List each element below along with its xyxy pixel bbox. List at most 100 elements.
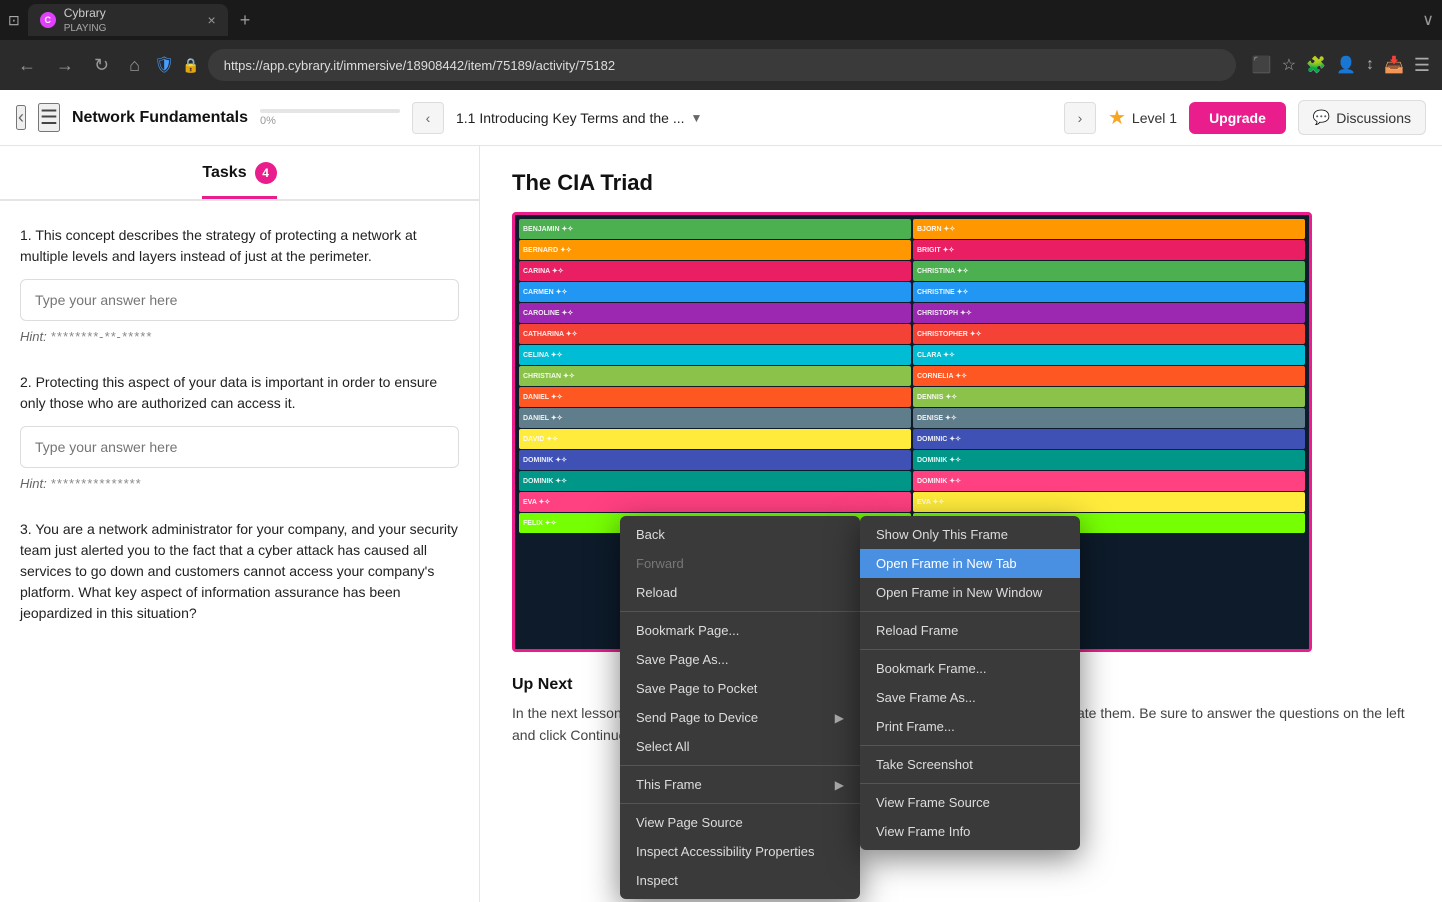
submenu-arrow-this-frame: ▶ bbox=[835, 778, 844, 792]
context-menu-item-select-all[interactable]: Select All bbox=[620, 732, 860, 761]
context-menu-label-select-all: Select All bbox=[636, 739, 689, 754]
question-1-text: 1. This concept describes the strategy o… bbox=[20, 225, 459, 267]
tab-close-button[interactable]: × bbox=[208, 12, 216, 28]
discussions-button[interactable]: 💬 Discussions bbox=[1298, 100, 1426, 135]
sub-context-menu-item-save-frame[interactable]: Save Frame As... bbox=[860, 683, 1080, 712]
answer-input-2[interactable] bbox=[20, 426, 459, 468]
menu-button[interactable]: ☰ bbox=[1414, 55, 1430, 76]
sub-context-menu-item-view-frame-source[interactable]: View Frame Source bbox=[860, 788, 1080, 817]
home-button[interactable]: ⌂ bbox=[123, 51, 146, 80]
wristband-item: CHRISTIAN ✦✧ bbox=[519, 366, 911, 386]
wristband-item: EVA ✦✧ bbox=[913, 492, 1305, 512]
reload-button[interactable]: ↻ bbox=[88, 51, 115, 80]
level-label: Level 1 bbox=[1132, 110, 1177, 126]
sidebar-back-button[interactable]: ‹ bbox=[16, 105, 26, 130]
wristband-item: DOMINIK ✦✧ bbox=[913, 471, 1305, 491]
wristband-item: BRIGIT ✦✧ bbox=[913, 240, 1305, 260]
sub-context-menu-separator bbox=[860, 745, 1080, 746]
context-menu: BackForwardReloadBookmark Page...Save Pa… bbox=[620, 516, 860, 899]
browser-tab-active[interactable]: C Cybrary PLAYING × bbox=[28, 4, 228, 36]
tab-chevron[interactable]: ∨ bbox=[1422, 10, 1434, 30]
wristband-item: EVA ✦✧ bbox=[519, 492, 911, 512]
context-menu-item-save-pocket[interactable]: Save Page to Pocket bbox=[620, 674, 860, 703]
wristband-item: CATHARINA ✦✧ bbox=[519, 324, 911, 344]
sub-context-menu-separator bbox=[860, 611, 1080, 612]
lesson-next-arrow: › bbox=[1064, 102, 1096, 134]
wristband-item: DOMINIK ✦✧ bbox=[913, 450, 1305, 470]
context-menu-item-reload[interactable]: Reload bbox=[620, 578, 860, 607]
context-menu-separator bbox=[620, 803, 860, 804]
prev-lesson-button[interactable]: ‹ bbox=[412, 102, 444, 134]
tab-label-text: Cybrary bbox=[64, 6, 106, 20]
profile-icon[interactable]: 👤 bbox=[1336, 55, 1356, 75]
wristband-item: BJORN ✦✧ bbox=[913, 219, 1305, 239]
next-lesson-button[interactable]: › bbox=[1064, 102, 1096, 134]
tab-title: Cybrary PLAYING bbox=[64, 6, 200, 34]
sub-context-menu-item-screenshot[interactable]: Take Screenshot bbox=[860, 750, 1080, 779]
context-menu-item-inspect[interactable]: Inspect bbox=[620, 866, 860, 895]
tasks-content: 1. This concept describes the strategy o… bbox=[0, 201, 479, 676]
address-bar[interactable] bbox=[208, 49, 1236, 81]
tasks-tab[interactable]: Tasks 4 bbox=[202, 162, 276, 199]
sub-context-menu-label-save-frame: Save Frame As... bbox=[876, 690, 976, 705]
forward-button[interactable]: → bbox=[50, 51, 80, 80]
wristband-item: CHRISTINA ✦✧ bbox=[913, 261, 1305, 281]
wristband-item: BENJAMIN ✦✧ bbox=[519, 219, 911, 239]
recent-tabs-icon[interactable]: ⊡ bbox=[8, 12, 20, 29]
tab-favicon: C bbox=[40, 12, 56, 28]
wristband-item: DOMINIC ✦✧ bbox=[913, 429, 1305, 449]
tab-bar: ⊡ C Cybrary PLAYING × + ∨ bbox=[0, 0, 1442, 40]
context-menu-item-back[interactable]: Back bbox=[620, 520, 860, 549]
browser-chrome: ⊡ C Cybrary PLAYING × + ∨ ← → ↻ ⌂ 🛡 bbox=[0, 0, 1442, 90]
context-menu-item-bookmark[interactable]: Bookmark Page... bbox=[620, 616, 860, 645]
sub-context-menu-item-open-frame-window[interactable]: Open Frame in New Window bbox=[860, 578, 1080, 607]
sub-context-menu-item-print-frame[interactable]: Print Frame... bbox=[860, 712, 1080, 741]
sub-context-menu-separator bbox=[860, 783, 1080, 784]
sub-context-menu-item-show-frame[interactable]: Show Only This Frame bbox=[860, 520, 1080, 549]
upgrade-button[interactable]: Upgrade bbox=[1189, 102, 1286, 134]
pocket-icon[interactable]: 📥 bbox=[1384, 55, 1404, 75]
context-menu-label-save-pocket: Save Page to Pocket bbox=[636, 681, 757, 696]
wristband-item: CARINA ✦✧ bbox=[519, 261, 911, 281]
wristband-item: CELINA ✦✧ bbox=[519, 345, 911, 365]
nav-bar: ← → ↻ ⌂ 🛡 🔒 ⬛ ☆ 🧩 👤 ↕ 📥 ☰ bbox=[0, 40, 1442, 90]
lesson-nav-arrows: ‹ bbox=[412, 102, 444, 134]
context-menu-item-view-source[interactable]: View Page Source bbox=[620, 808, 860, 837]
lesson-dropdown-icon: ▼ bbox=[691, 111, 703, 125]
context-menu-item-inspect-a11y[interactable]: Inspect Accessibility Properties bbox=[620, 837, 860, 866]
left-panel: Tasks 4 1. This concept describes the st… bbox=[0, 146, 480, 902]
tab-bar-left: ⊡ C Cybrary PLAYING × + bbox=[8, 4, 250, 36]
context-menu-label-view-source: View Page Source bbox=[636, 815, 743, 830]
wristband-item: DENNIS ✦✧ bbox=[913, 387, 1305, 407]
screenshot-icon[interactable]: ⬛ bbox=[1252, 55, 1272, 75]
wristband-item: CAROLINE ✦✧ bbox=[519, 303, 911, 323]
wristband-item: DOMINIK ✦✧ bbox=[519, 471, 911, 491]
sub-context-menu-item-reload-frame[interactable]: Reload Frame bbox=[860, 616, 1080, 645]
back-button[interactable]: ← bbox=[12, 51, 42, 80]
sub-context-menu-item-bookmark-frame[interactable]: Bookmark Frame... bbox=[860, 654, 1080, 683]
wristband-item: DANIEL ✦✧ bbox=[519, 387, 911, 407]
discussions-label: Discussions bbox=[1336, 110, 1411, 126]
sidebar-menu-button[interactable]: ☰ bbox=[38, 103, 60, 132]
sub-context-menu-item-open-frame-tab[interactable]: Open Frame in New Tab bbox=[860, 549, 1080, 578]
context-menu-item-save-page[interactable]: Save Page As... bbox=[620, 645, 860, 674]
bookmark-star-icon[interactable]: ☆ bbox=[1282, 55, 1296, 75]
hint-1: Hint: ********-**-***** bbox=[20, 329, 459, 344]
sub-context-menu-label-view-frame-source: View Frame Source bbox=[876, 795, 990, 810]
context-menu-separator bbox=[620, 611, 860, 612]
content-title: The CIA Triad bbox=[512, 170, 1410, 196]
context-menu-item-send-device[interactable]: Send Page to Device▶ bbox=[620, 703, 860, 732]
hint-2-stars: *************** bbox=[50, 476, 141, 491]
answer-input-1[interactable] bbox=[20, 279, 459, 321]
sub-context-menu-label-view-frame-info: View Frame Info bbox=[876, 824, 970, 839]
sub-context-menu-item-view-frame-info[interactable]: View Frame Info bbox=[860, 817, 1080, 846]
wristband-item: DANIEL ✦✧ bbox=[519, 408, 911, 428]
context-menu-item-this-frame[interactable]: This Frame▶ bbox=[620, 770, 860, 799]
new-tab-button[interactable]: + bbox=[240, 10, 251, 31]
wristband-item: CHRISTOPH ✦✧ bbox=[913, 303, 1305, 323]
question-3-text: 3. You are a network administrator for y… bbox=[20, 519, 459, 624]
sync-icon[interactable]: ↕ bbox=[1366, 56, 1374, 74]
context-menu-separator bbox=[620, 765, 860, 766]
lesson-title-wrap[interactable]: 1.1 Introducing Key Terms and the ... ▼ bbox=[456, 110, 1052, 126]
extensions-puzzle-icon[interactable]: 🧩 bbox=[1306, 55, 1326, 75]
